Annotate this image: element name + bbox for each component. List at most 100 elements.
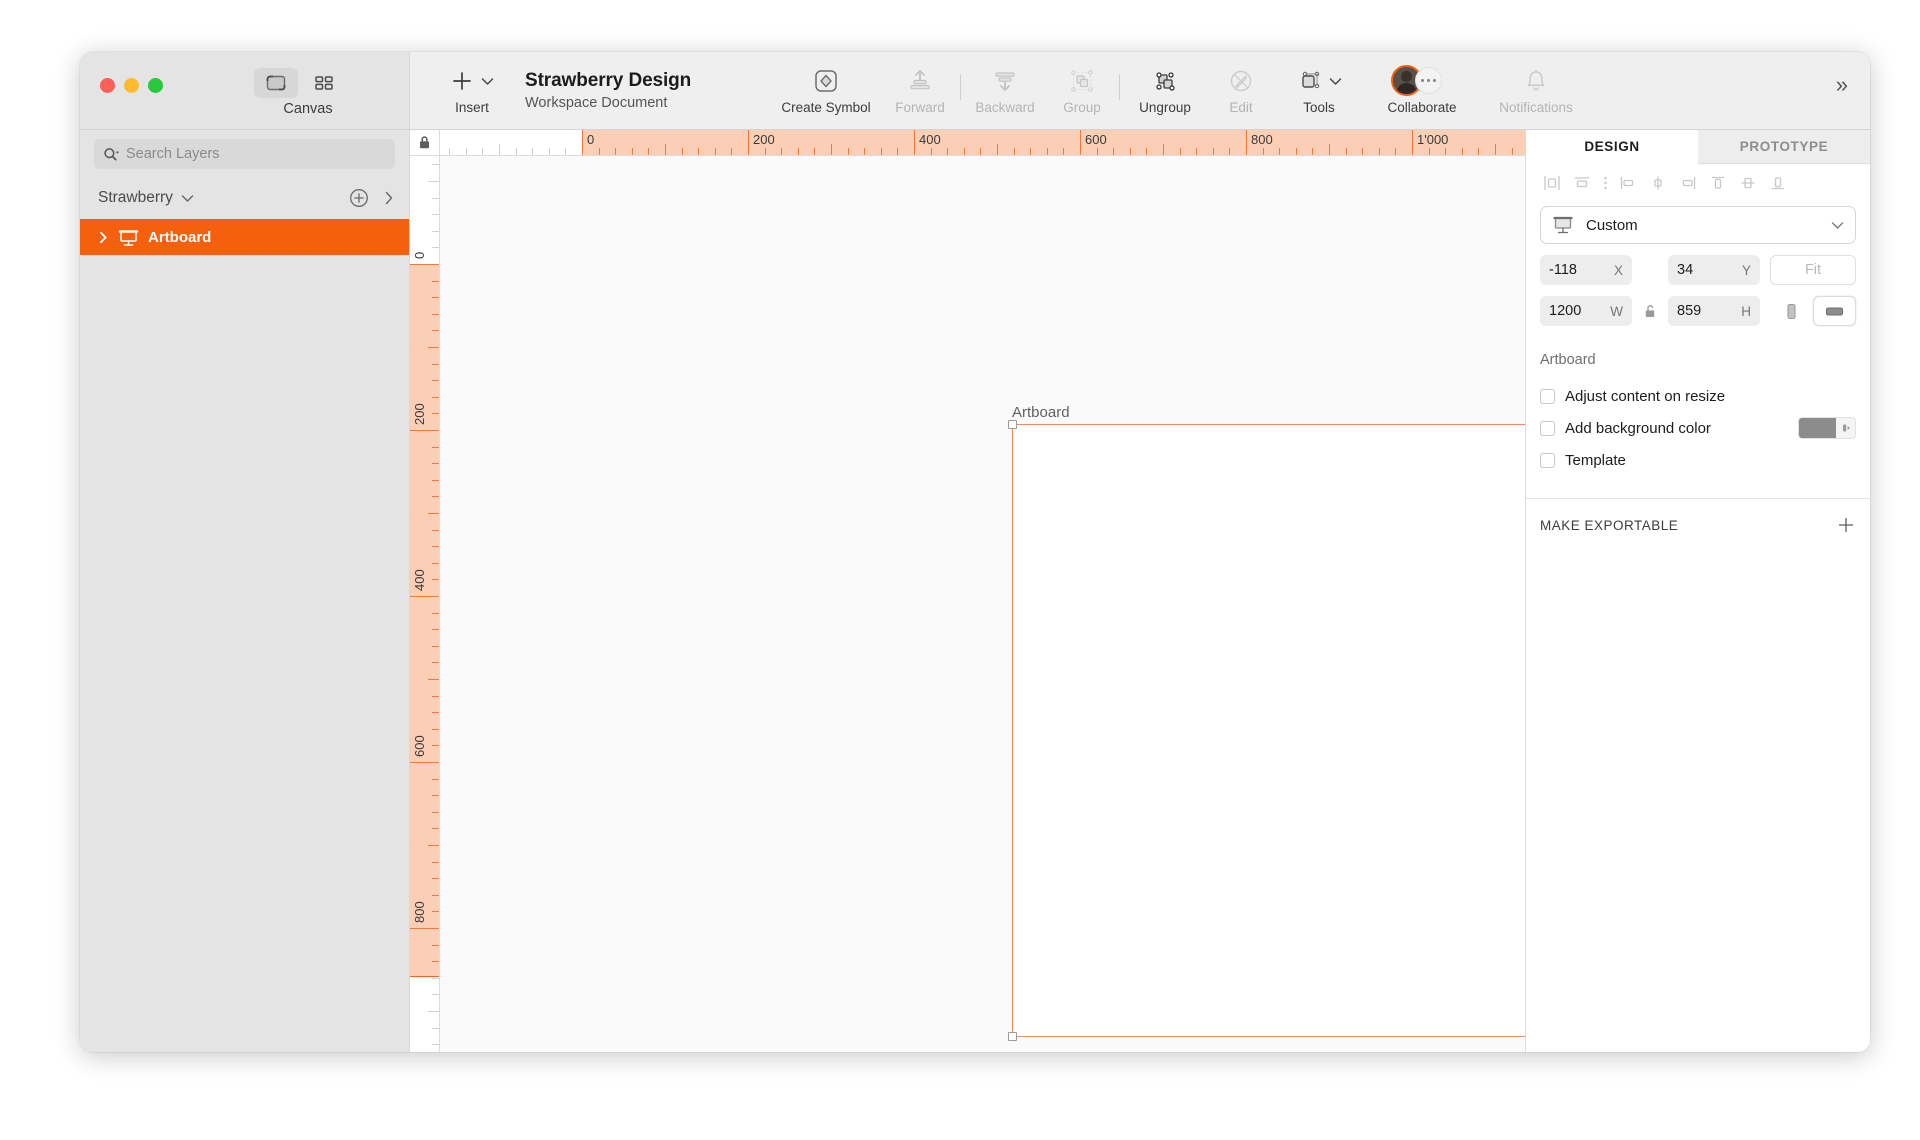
fit-button[interactable]: Fit — [1770, 255, 1856, 285]
color-picker-button[interactable] — [1836, 418, 1855, 438]
ruler-tick — [432, 330, 439, 332]
ruler-major-tick — [410, 762, 439, 763]
toolbar-overflow-button[interactable]: » — [1836, 74, 1848, 96]
eyedropper-icon — [1842, 424, 1850, 432]
adjust-content-row[interactable]: Adjust content on resize — [1540, 380, 1856, 412]
align-center-horizontal-button[interactable] — [1568, 170, 1596, 196]
layer-row-artboard[interactable]: Artboard — [80, 219, 409, 255]
canvas-area: 0 200 400 600 800 1'000 0 200 400 600 800 Artboar… — [410, 130, 1525, 1052]
adjust-content-checkbox[interactable] — [1540, 388, 1555, 404]
plus-circle-icon[interactable] — [349, 188, 369, 208]
tool-strip: Create Symbol Forward Backward Group Ung… — [770, 52, 1592, 129]
background-color-swatch[interactable] — [1798, 417, 1856, 439]
x-field[interactable]: -118 X — [1540, 255, 1632, 285]
tab-design[interactable]: DESIGN — [1526, 130, 1698, 164]
aspect-ratio-lock-button[interactable] — [1642, 304, 1658, 319]
ruler-label: 600 — [412, 735, 427, 757]
ungroup-icon — [1156, 72, 1175, 91]
forward-button[interactable]: Forward — [882, 52, 958, 129]
create-symbol-button[interactable]: Create Symbol — [770, 52, 882, 129]
template-checkbox[interactable] — [1540, 452, 1555, 468]
align-left-button[interactable] — [1538, 170, 1566, 196]
layer-name: Artboard — [148, 228, 212, 246]
group-button[interactable]: Group — [1047, 52, 1117, 129]
align-edge-right-button[interactable] — [1674, 170, 1702, 196]
ruler-tick — [432, 994, 439, 996]
grid-view-button[interactable] — [302, 68, 346, 98]
resize-handle-top-left[interactable] — [1008, 420, 1017, 429]
edit-button[interactable]: Edit — [1208, 52, 1274, 129]
canvas-view-button[interactable] — [254, 68, 298, 98]
ruler-tick — [465, 148, 467, 155]
y-field[interactable]: 34 Y — [1668, 255, 1760, 285]
artboard-preset-select[interactable]: Custom — [1540, 206, 1856, 244]
ruler-tick — [997, 144, 998, 155]
ruler-lock-button[interactable] — [410, 130, 440, 156]
add-background-color-checkbox[interactable] — [1540, 420, 1555, 436]
ungroup-label: Ungroup — [1139, 100, 1191, 115]
ungroup-button[interactable]: Ungroup — [1122, 52, 1208, 129]
ruler-tick — [1096, 148, 1098, 155]
chevron-down-icon — [1329, 77, 1341, 85]
ruler-tick — [428, 679, 439, 680]
artboard-canvas-label[interactable]: Artboard — [1012, 404, 1070, 421]
zoom-button[interactable] — [148, 78, 163, 93]
plus-icon — [452, 72, 471, 90]
height-field[interactable]: 859 H — [1668, 296, 1760, 326]
landscape-button[interactable] — [1813, 296, 1856, 326]
ruler-tick — [432, 645, 439, 647]
backward-label: Backward — [975, 100, 1035, 115]
collaborators-more-button[interactable] — [1415, 67, 1442, 94]
minimize-button[interactable] — [124, 78, 139, 93]
ruler-tick — [428, 513, 439, 514]
ruler-tick — [432, 1044, 439, 1046]
add-background-color-row[interactable]: Add background color — [1540, 412, 1856, 444]
ruler-label: 1'000 — [1417, 132, 1449, 147]
x-unit: X — [1613, 262, 1623, 278]
align-bottom-icon — [1772, 177, 1784, 190]
notifications-button[interactable]: Notifications — [1480, 52, 1592, 129]
artboard-shape[interactable] — [1008, 420, 1525, 1041]
y-unit: Y — [1741, 262, 1751, 278]
search-input[interactable]: Search Layers — [94, 139, 395, 169]
page-name: Strawberry — [98, 189, 173, 206]
ruler-tick — [681, 148, 683, 155]
align-edge-left-button[interactable] — [1614, 170, 1642, 196]
distribute-button[interactable] — [1598, 174, 1612, 192]
align-top-icon — [1712, 176, 1724, 189]
collaborate-button[interactable]: Collaborate — [1364, 52, 1480, 129]
ruler-tick — [1511, 148, 1513, 155]
tools-button[interactable]: Tools — [1274, 52, 1364, 129]
preset-row: Custom — [1526, 202, 1870, 244]
plus-icon[interactable] — [1836, 515, 1856, 535]
ruler-tick — [532, 148, 534, 155]
lock-icon — [420, 136, 429, 149]
template-row[interactable]: Template — [1540, 444, 1856, 476]
align-bottom-button[interactable] — [1764, 170, 1792, 196]
align-middle-button[interactable] — [1644, 170, 1672, 196]
ruler-highlight-horizontal — [582, 130, 1525, 155]
backward-button[interactable]: Backward — [963, 52, 1047, 129]
page-selector[interactable]: Strawberry — [80, 177, 409, 219]
insert-button[interactable]: Insert — [432, 52, 512, 129]
ruler-label: 200 — [753, 132, 775, 147]
close-button[interactable] — [100, 78, 115, 93]
ruler-tick — [631, 148, 633, 155]
align-middle-vertical-button[interactable] — [1734, 170, 1762, 196]
align-left-icon — [1544, 176, 1560, 190]
group-icon — [1071, 70, 1093, 92]
horizontal-ruler[interactable]: 0 200 400 600 800 1'000 — [440, 130, 1525, 156]
edit-label: Edit — [1229, 100, 1253, 115]
tab-prototype[interactable]: PROTOTYPE — [1698, 130, 1870, 164]
design-canvas[interactable]: Artboard — [440, 156, 1525, 1052]
artboard-section-title: Artboard — [1540, 352, 1596, 368]
chevron-right-icon[interactable] — [98, 230, 109, 245]
canvas-row: 0 200 400 600 800 Artboard — [410, 156, 1525, 1052]
align-top-button[interactable] — [1704, 170, 1732, 196]
vertical-ruler[interactable]: 0 200 400 600 800 — [410, 156, 440, 1052]
width-field[interactable]: 1200 W — [1540, 296, 1632, 326]
resize-handle-bottom-left[interactable] — [1008, 1032, 1017, 1041]
app-window: Canvas Insert Strawberry Design Workspac… — [80, 52, 1870, 1052]
chevron-right-icon[interactable] — [383, 189, 395, 207]
portrait-button[interactable] — [1770, 296, 1813, 326]
